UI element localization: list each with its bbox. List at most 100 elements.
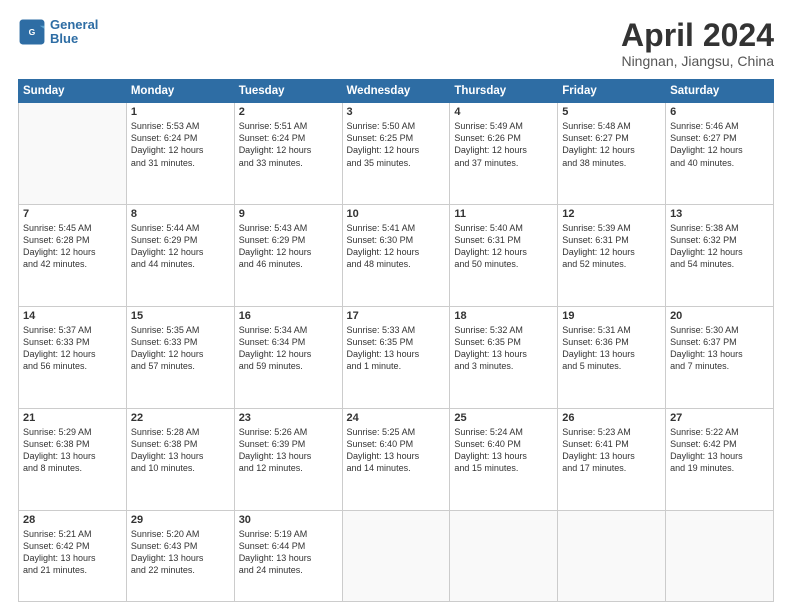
calendar-cell: 4 Sunrise: 5:49 AM Sunset: 6:26 PM Daylig… [450,103,558,205]
calendar-cell: 17 Sunrise: 5:33 AM Sunset: 6:35 PM Dayli… [342,306,450,408]
day-number: 30 [239,514,338,526]
weekday-header-saturday: Saturday [666,80,774,103]
calendar-cell: 10 Sunrise: 5:41 AM Sunset: 6:30 PM Dayli… [342,205,450,307]
day-info: Sunrise: 5:20 AM Sunset: 6:43 PM Dayligh… [131,528,230,577]
day-info: Sunrise: 5:40 AM Sunset: 6:31 PM Dayligh… [454,222,553,271]
calendar-cell: 24Sunrise: 5:25 AM Sunset: 6:40 PM Dayli… [342,408,450,510]
calendar-cell [342,510,450,601]
day-info: Sunrise: 5:37 AM Sunset: 6:33 PM Dayligh… [23,324,122,373]
logo: G General Blue [18,18,98,47]
day-info: Sunrise: 5:24 AM Sunset: 6:40 PM Dayligh… [454,426,553,475]
day-number: 19 [562,310,661,322]
day-info: Sunrise: 5:45 AM Sunset: 6:28 PM Dayligh… [23,222,122,271]
day-number: 27 [670,412,769,424]
calendar-cell: 11 Sunrise: 5:40 AM Sunset: 6:31 PM Dayli… [450,205,558,307]
day-info: Sunrise: 5:26 AM Sunset: 6:39 PM Dayligh… [239,426,338,475]
weekday-header-monday: Monday [126,80,234,103]
calendar-cell: 3 Sunrise: 5:50 AM Sunset: 6:25 PM Daylig… [342,103,450,205]
calendar-cell: 13 Sunrise: 5:38 AM Sunset: 6:32 PM Dayli… [666,205,774,307]
day-number: 8 [131,208,230,220]
calendar-cell: 19Sunrise: 5:31 AM Sunset: 6:36 PM Dayli… [558,306,666,408]
calendar-cell: 30 Sunrise: 5:19 AM Sunset: 6:44 PM Dayli… [234,510,342,601]
calendar-cell [450,510,558,601]
day-info: Sunrise: 5:44 AM Sunset: 6:29 PM Dayligh… [131,222,230,271]
day-info: Sunrise: 5:43 AM Sunset: 6:29 PM Dayligh… [239,222,338,271]
day-number: 23 [239,412,338,424]
calendar-cell: 22 Sunrise: 5:28 AM Sunset: 6:38 PM Dayli… [126,408,234,510]
day-number: 16 [239,310,338,322]
day-info: Sunrise: 5:53 AM Sunset: 6:24 PM Dayligh… [131,120,230,169]
calendar-header-row: SundayMondayTuesdayWednesdayThursdayFrid… [19,80,774,103]
day-info: Sunrise: 5:30 AM Sunset: 6:37 PM Dayligh… [670,324,769,373]
month-title: April 2024 [621,18,774,53]
day-number: 11 [454,208,553,220]
weekday-header-wednesday: Wednesday [342,80,450,103]
calendar-cell: 5Sunrise: 5:48 AM Sunset: 6:27 PM Daylig… [558,103,666,205]
calendar-week-1: 1Sunrise: 5:53 AM Sunset: 6:24 PM Daylig… [19,103,774,205]
calendar-table: SundayMondayTuesdayWednesdayThursdayFrid… [18,79,774,602]
day-number: 20 [670,310,769,322]
day-number: 6 [670,106,769,118]
header: G General Blue April 2024 Ningnan, Jiang… [18,18,774,69]
day-info: Sunrise: 5:32 AM Sunset: 6:35 PM Dayligh… [454,324,553,373]
calendar-week-2: 7 Sunrise: 5:45 AM Sunset: 6:28 PM Daylig… [19,205,774,307]
day-info: Sunrise: 5:19 AM Sunset: 6:44 PM Dayligh… [239,528,338,577]
day-number: 22 [131,412,230,424]
day-number: 18 [454,310,553,322]
day-info: Sunrise: 5:39 AM Sunset: 6:31 PM Dayligh… [562,222,661,271]
calendar-cell [666,510,774,601]
calendar-cell: 8 Sunrise: 5:44 AM Sunset: 6:29 PM Daylig… [126,205,234,307]
day-info: Sunrise: 5:35 AM Sunset: 6:33 PM Dayligh… [131,324,230,373]
calendar-week-5: 28Sunrise: 5:21 AM Sunset: 6:42 PM Dayli… [19,510,774,601]
svg-text:G: G [29,27,36,37]
weekday-header-sunday: Sunday [19,80,127,103]
day-number: 15 [131,310,230,322]
calendar-cell: 9 Sunrise: 5:43 AM Sunset: 6:29 PM Daylig… [234,205,342,307]
day-info: Sunrise: 5:48 AM Sunset: 6:27 PM Dayligh… [562,120,661,169]
calendar-cell: 2Sunrise: 5:51 AM Sunset: 6:24 PM Daylig… [234,103,342,205]
calendar-week-3: 14 Sunrise: 5:37 AM Sunset: 6:33 PM Dayli… [19,306,774,408]
day-info: Sunrise: 5:21 AM Sunset: 6:42 PM Dayligh… [23,528,122,577]
day-number: 17 [347,310,446,322]
calendar-cell: 18 Sunrise: 5:32 AM Sunset: 6:35 PM Dayli… [450,306,558,408]
calendar-cell: 29Sunrise: 5:20 AM Sunset: 6:43 PM Dayli… [126,510,234,601]
weekday-header-friday: Friday [558,80,666,103]
day-info: Sunrise: 5:46 AM Sunset: 6:27 PM Dayligh… [670,120,769,169]
day-number: 13 [670,208,769,220]
day-number: 12 [562,208,661,220]
day-number: 9 [239,208,338,220]
calendar-cell: 6 Sunrise: 5:46 AM Sunset: 6:27 PM Daylig… [666,103,774,205]
calendar-cell: 23 Sunrise: 5:26 AM Sunset: 6:39 PM Dayli… [234,408,342,510]
weekday-header-thursday: Thursday [450,80,558,103]
calendar-cell: 12 Sunrise: 5:39 AM Sunset: 6:31 PM Dayli… [558,205,666,307]
day-number: 3 [347,106,446,118]
day-number: 7 [23,208,122,220]
day-info: Sunrise: 5:49 AM Sunset: 6:26 PM Dayligh… [454,120,553,169]
location: Ningnan, Jiangsu, China [621,53,774,69]
logo-icon: G [18,18,46,46]
day-number: 21 [23,412,122,424]
day-info: Sunrise: 5:50 AM Sunset: 6:25 PM Dayligh… [347,120,446,169]
calendar-cell: 25Sunrise: 5:24 AM Sunset: 6:40 PM Dayli… [450,408,558,510]
day-number: 4 [454,106,553,118]
day-info: Sunrise: 5:33 AM Sunset: 6:35 PM Dayligh… [347,324,446,373]
calendar-cell [19,103,127,205]
calendar-cell: 21Sunrise: 5:29 AM Sunset: 6:38 PM Dayli… [19,408,127,510]
weekday-header-tuesday: Tuesday [234,80,342,103]
calendar-cell [558,510,666,601]
calendar-cell: 15 Sunrise: 5:35 AM Sunset: 6:33 PM Dayli… [126,306,234,408]
day-info: Sunrise: 5:28 AM Sunset: 6:38 PM Dayligh… [131,426,230,475]
day-info: Sunrise: 5:34 AM Sunset: 6:34 PM Dayligh… [239,324,338,373]
day-info: Sunrise: 5:25 AM Sunset: 6:40 PM Dayligh… [347,426,446,475]
day-number: 14 [23,310,122,322]
day-info: Sunrise: 5:41 AM Sunset: 6:30 PM Dayligh… [347,222,446,271]
day-number: 10 [347,208,446,220]
calendar-week-4: 21Sunrise: 5:29 AM Sunset: 6:38 PM Dayli… [19,408,774,510]
title-block: April 2024 Ningnan, Jiangsu, China [621,18,774,69]
day-info: Sunrise: 5:51 AM Sunset: 6:24 PM Dayligh… [239,120,338,169]
day-info: Sunrise: 5:38 AM Sunset: 6:32 PM Dayligh… [670,222,769,271]
calendar-cell: 28Sunrise: 5:21 AM Sunset: 6:42 PM Dayli… [19,510,127,601]
calendar-cell: 1Sunrise: 5:53 AM Sunset: 6:24 PM Daylig… [126,103,234,205]
day-number: 26 [562,412,661,424]
day-info: Sunrise: 5:22 AM Sunset: 6:42 PM Dayligh… [670,426,769,475]
